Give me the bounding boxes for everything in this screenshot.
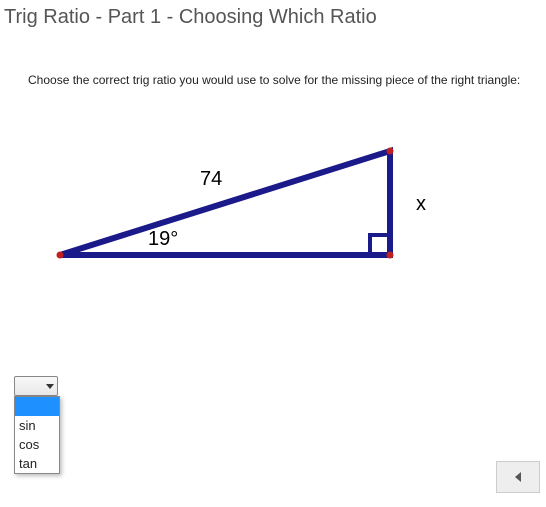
opposite-label: x (416, 193, 426, 216)
ratio-select-options[interactable]: sin cos tan (14, 396, 60, 474)
ratio-option-blank[interactable] (15, 397, 59, 416)
angle-label: 19° (148, 228, 178, 251)
triangle-svg (50, 135, 410, 285)
chevron-down-icon (46, 384, 54, 389)
caret-left-icon (515, 472, 521, 482)
hypotenuse-label: 74 (200, 168, 222, 191)
page-title: Trig Ratio - Part 1 - Choosing Which Rat… (0, 0, 546, 29)
back-button[interactable] (496, 461, 540, 493)
ratio-option-sin[interactable]: sin (15, 416, 59, 435)
answer-dropdown-area: sin cos tan (14, 376, 104, 474)
ratio-option-cos[interactable]: cos (15, 435, 59, 454)
triangle-figure: 74 19° x (0, 135, 546, 335)
ratio-option-tan[interactable]: tan (15, 454, 59, 473)
question-text: Choose the correct trig ratio you would … (0, 29, 546, 87)
ratio-select[interactable] (14, 376, 58, 396)
